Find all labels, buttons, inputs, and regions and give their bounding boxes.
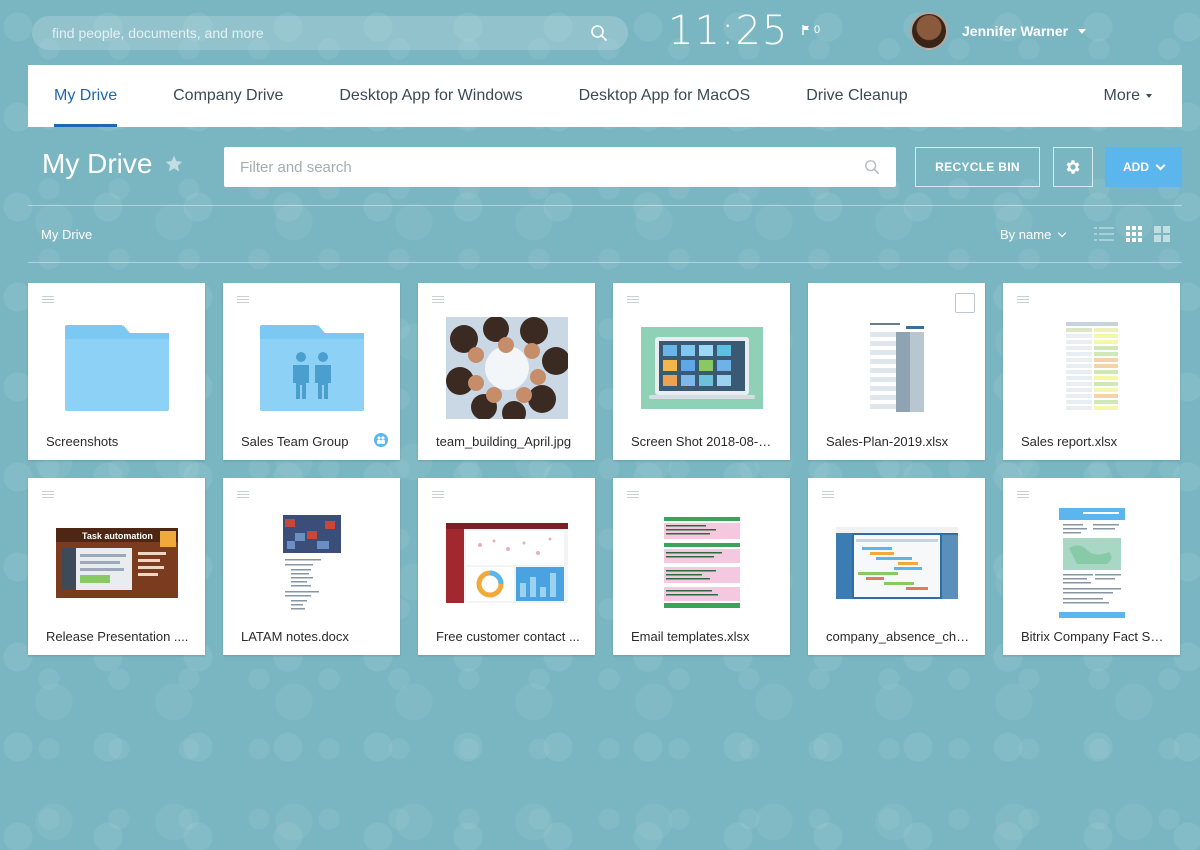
file-card[interactable]: Screenshots: [28, 283, 205, 460]
file-card[interactable]: Sales-Plan-2019.xlsx: [808, 283, 985, 460]
file-name[interactable]: Screen Shot 2018-08-01...: [631, 434, 776, 449]
file-name[interactable]: Sales-Plan-2019.xlsx: [826, 434, 971, 449]
user-menu[interactable]: Jennifer Warner: [910, 12, 1087, 50]
file-name[interactable]: Sales report.xlsx: [1021, 434, 1166, 449]
file-name[interactable]: Bitrix Company Fact Sh...: [1021, 629, 1166, 644]
flag-counter[interactable]: 0: [802, 24, 820, 36]
recycle-bin-button[interactable]: RECYCLE BIN: [915, 147, 1040, 187]
thumb-title: Task automation: [82, 531, 153, 541]
user-name[interactable]: Jennifer Warner: [962, 23, 1068, 39]
tab-drive-cleanup[interactable]: Drive Cleanup: [806, 65, 907, 127]
filter-search-input[interactable]: [240, 158, 864, 176]
grid-view-icon: [1126, 226, 1142, 242]
file-thumbnail: [613, 498, 790, 628]
file-card[interactable]: Bitrix Company Fact Sh...: [1003, 478, 1180, 655]
file-name[interactable]: Screenshots: [46, 434, 191, 449]
page-title-text: My Drive: [42, 148, 153, 179]
file-thumbnail: [613, 303, 790, 433]
tab-more[interactable]: More: [1104, 65, 1152, 127]
shared-users-icon: [374, 433, 388, 447]
document-thumbnail: [280, 513, 343, 613]
tab-company-drive[interactable]: Company Drive: [173, 65, 283, 127]
file-thumbnail: [223, 303, 400, 433]
list-view-button[interactable]: [1094, 224, 1114, 244]
avatar[interactable]: [910, 12, 948, 50]
sort-dropdown[interactable]: By name: [1000, 227, 1067, 242]
file-name[interactable]: company_absence_cha...: [826, 629, 971, 644]
photo-thumbnail: [445, 317, 568, 419]
list-view-icon: [1094, 227, 1114, 241]
file-card[interactable]: Email templates.xlsx: [613, 478, 790, 655]
tab-my-drive[interactable]: My Drive: [54, 65, 118, 127]
folder-icon: [64, 325, 169, 411]
file-card[interactable]: company_absence_cha...: [808, 478, 985, 655]
file-card[interactable]: team_building_April.jpg: [418, 283, 595, 460]
presentation-thumbnail: Task automation: [55, 528, 178, 598]
filter-search[interactable]: [224, 147, 896, 187]
file-thumbnail: [808, 303, 985, 433]
flag-count: 0: [814, 24, 821, 36]
file-name[interactable]: team_building_April.jpg: [436, 434, 581, 449]
chevron-down-icon: [1155, 160, 1166, 170]
file-name[interactable]: Sales Team Group: [241, 434, 364, 449]
factsheet-thumbnail: [1058, 508, 1125, 618]
file-thumbnail: [28, 303, 205, 433]
file-thumbnail: [418, 498, 595, 628]
file-card[interactable]: Screen Shot 2018-08-01...: [613, 283, 790, 460]
calendar-chart-thumbnail: [835, 527, 958, 599]
file-card[interactable]: Sales report.xlsx: [1003, 283, 1180, 460]
star-icon[interactable]: [164, 154, 184, 174]
search-icon[interactable]: [864, 159, 880, 175]
file-card[interactable]: Task automation Release Presentation ...…: [28, 478, 205, 655]
global-search-input[interactable]: [52, 25, 590, 41]
file-thumbnail: Task automation: [28, 498, 205, 628]
breadcrumb[interactable]: My Drive: [41, 227, 92, 242]
file-card[interactable]: Sales Team Group: [223, 283, 400, 460]
divider: [28, 262, 1182, 263]
dashboard-thumbnail: [445, 523, 568, 603]
clock: 11:25: [668, 8, 789, 54]
settings-button[interactable]: [1053, 147, 1093, 187]
tile-view-icon: [1154, 226, 1170, 242]
gear-icon: [1066, 160, 1080, 174]
search-icon[interactable]: [590, 24, 608, 42]
tab-desktop-app-macos[interactable]: Desktop App for MacOS: [579, 65, 751, 127]
file-thumbnail: [1003, 498, 1180, 628]
global-search[interactable]: [32, 16, 628, 50]
shared-folder-icon: [259, 325, 364, 411]
tab-more-label: More: [1103, 87, 1140, 104]
file-card[interactable]: Free customer contact ...: [418, 478, 595, 655]
file-thumbnail: [223, 498, 400, 628]
chevron-down-icon: [1146, 94, 1152, 98]
screenshot-thumbnail: [640, 327, 763, 409]
file-thumbnail: [418, 303, 595, 433]
file-thumbnail: [808, 498, 985, 628]
top-bar: 11:25 0 Jennifer Warner: [0, 0, 1200, 64]
grid-view-button[interactable]: [1124, 224, 1144, 244]
spreadsheet-thumbnail: [865, 320, 928, 416]
add-button[interactable]: ADD: [1105, 147, 1182, 187]
divider: [28, 205, 1182, 206]
file-name[interactable]: Release Presentation ....: [46, 629, 191, 644]
file-name[interactable]: Email templates.xlsx: [631, 629, 776, 644]
spreadsheet-thumbnail: [661, 515, 742, 611]
sort-label: By name: [1000, 227, 1052, 242]
chevron-down-icon[interactable]: [1078, 28, 1087, 34]
tile-view-button[interactable]: [1152, 224, 1172, 244]
chevron-down-icon: [1058, 228, 1067, 237]
file-card[interactable]: LATAM notes.docx: [223, 478, 400, 655]
tab-desktop-app-windows[interactable]: Desktop App for Windows: [339, 65, 522, 127]
file-name[interactable]: LATAM notes.docx: [241, 629, 386, 644]
tab-bar: My Drive Company Drive Desktop App for W…: [28, 65, 1182, 127]
add-button-label: ADD: [1123, 160, 1149, 174]
page-title: My Drive: [42, 148, 184, 180]
flag-icon: [802, 25, 809, 35]
spreadsheet-thumbnail: [1063, 320, 1120, 416]
file-name[interactable]: Free customer contact ...: [436, 629, 581, 644]
file-thumbnail: [1003, 303, 1180, 433]
